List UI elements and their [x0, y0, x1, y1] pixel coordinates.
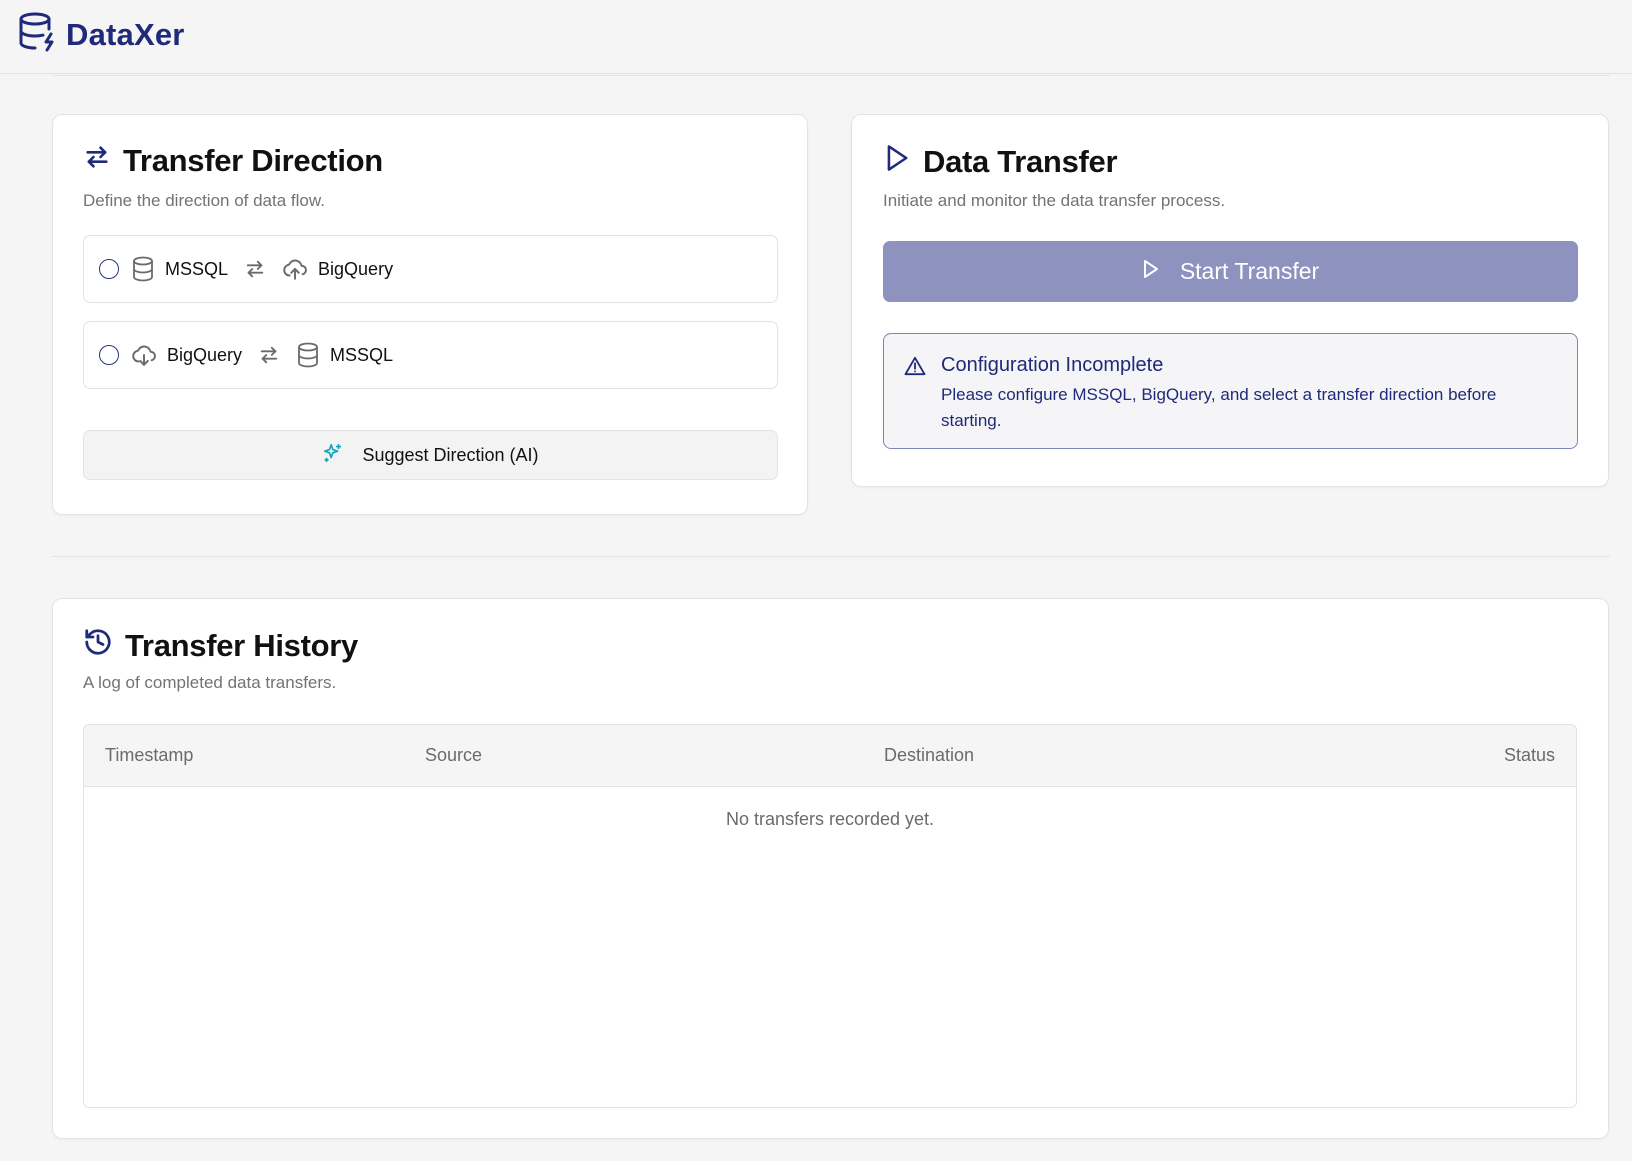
transfer-history-card: Transfer History A log of completed data…	[52, 598, 1609, 1139]
column-status[interactable]: Status	[1504, 745, 1555, 766]
suggest-direction-label: Suggest Direction (AI)	[362, 444, 539, 465]
app-name: DataXer	[66, 16, 185, 52]
history-table: Timestamp Source Destination Status No t…	[83, 724, 1577, 1108]
configuration-alert: Configuration Incomplete Please configur…	[883, 333, 1578, 449]
warning-triangle-icon	[904, 356, 926, 381]
data-transfer-subtitle: Initiate and monitor the data transfer p…	[883, 191, 1226, 210]
play-icon	[1142, 258, 1160, 285]
alert-message: Please configure MSSQL, BigQuery, and se…	[941, 385, 1497, 430]
column-source[interactable]: Source	[425, 745, 482, 766]
cloud-download-icon	[131, 342, 157, 368]
transfer-direction-heading: Transfer Direction	[83, 143, 383, 179]
option-destination-label: BigQuery	[318, 258, 394, 279]
start-transfer-label: Start Transfer	[1179, 258, 1320, 284]
section-divider	[52, 556, 1610, 557]
transfer-history-heading: Transfer History	[83, 627, 358, 665]
direction-option-bigquery-to-mssql[interactable]: BigQuery MSSQL	[83, 321, 778, 389]
direction-option-mssql-to-bigquery[interactable]: MSSQL BigQuery	[83, 235, 778, 303]
swap-arrows-icon	[83, 143, 111, 179]
transfer-direction-card: Transfer Direction Define the direction …	[52, 114, 808, 515]
column-destination[interactable]: Destination	[884, 745, 974, 766]
history-icon	[83, 627, 113, 665]
data-transfer-heading: Data Transfer	[883, 143, 1118, 181]
start-transfer-button[interactable]: Start Transfer	[883, 241, 1578, 302]
data-transfer-title: Data Transfer	[923, 144, 1118, 179]
option-source-label: MSSQL	[165, 258, 229, 279]
swap-arrows-icon	[244, 258, 266, 280]
cloud-upload-icon	[282, 256, 308, 282]
brand[interactable]: DataXer	[18, 12, 185, 57]
radio-button[interactable]	[99, 259, 119, 279]
database-icon	[296, 342, 320, 368]
option-destination-label: MSSQL	[330, 344, 394, 365]
suggest-direction-button[interactable]: Suggest Direction (AI)	[83, 430, 778, 480]
top-bar: DataXer	[0, 0, 1632, 74]
database-logo-icon	[18, 12, 56, 57]
column-timestamp[interactable]: Timestamp	[105, 745, 193, 766]
empty-state-message: No transfers recorded yet.	[725, 809, 935, 829]
header-divider	[52, 75, 1610, 76]
transfer-direction-title: Transfer Direction	[123, 143, 383, 178]
radio-button[interactable]	[99, 345, 119, 365]
transfer-history-title: Transfer History	[125, 628, 358, 663]
table-header: Timestamp Source Destination Status	[84, 725, 1576, 787]
database-icon	[131, 256, 155, 282]
sparkles-icon	[322, 442, 344, 469]
data-transfer-card: Data Transfer Initiate and monitor the d…	[851, 114, 1609, 487]
option-source-label: BigQuery	[167, 344, 243, 365]
alert-title: Configuration Incomplete	[941, 354, 1164, 376]
swap-arrows-icon	[258, 344, 280, 366]
play-icon	[883, 143, 911, 181]
transfer-direction-subtitle: Define the direction of data flow.	[83, 191, 325, 210]
transfer-history-subtitle: A log of completed data transfers.	[83, 673, 337, 692]
